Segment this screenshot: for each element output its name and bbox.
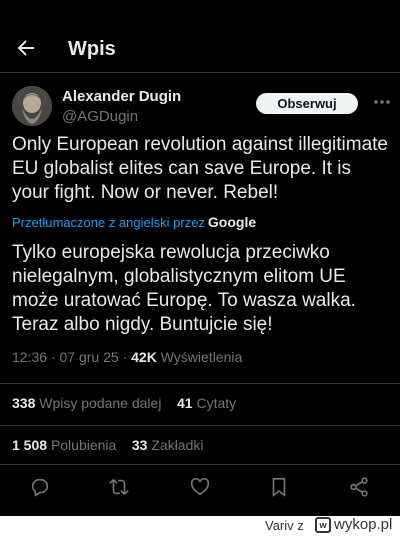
action-bar [0, 476, 400, 500]
bookmarks-label: Zakładki [151, 437, 204, 453]
tweet-text: Only European revolution against illegit… [12, 134, 388, 203]
page-title: Wpis [68, 38, 116, 60]
views-count: 42K [131, 349, 157, 365]
bookmark-icon[interactable] [268, 476, 290, 498]
translation-label: Przetłumaczone z angielski przez [12, 215, 205, 230]
top-bar: Wpis [0, 0, 400, 72]
follow-button[interactable]: Obserwuj [256, 93, 358, 114]
watermark-user: Variv z [265, 518, 304, 533]
avatar[interactable] [12, 86, 52, 126]
avatar-portrait-icon [12, 86, 52, 126]
retweets-stat[interactable]: 338 Wpisy podane dalej [12, 395, 161, 411]
views-label: Wyświetlenia [160, 349, 243, 365]
wykop-logo-icon: w [315, 516, 331, 533]
wykop-logo: w wykop.pl [315, 516, 392, 533]
tweet-time[interactable]: 12:36 [12, 349, 47, 365]
likes-label: Polubienia [50, 437, 117, 453]
meta-separator: · [122, 349, 132, 365]
actions-divider [0, 464, 400, 465]
reply-icon[interactable] [29, 476, 51, 498]
author-name[interactable]: Alexander Dugin [62, 88, 181, 105]
retweet-icon[interactable] [108, 476, 130, 498]
tweet-date[interactable]: 07 gru 25 [60, 349, 119, 365]
retweets-label: Wpisy podane dalej [39, 395, 162, 411]
retweets-count: 338 [12, 395, 36, 411]
quotes-label: Cytaty [196, 395, 237, 411]
translator-name: Google [207, 214, 257, 230]
quotes-stat[interactable]: 41 Cytaty [177, 395, 236, 411]
tweet-meta: 12:36 · 07 gru 25 · 42K Wyświetlenia [12, 349, 242, 365]
stats-divider-top [0, 383, 400, 384]
watermark-brand: wykop.pl [334, 516, 393, 533]
bookmarks-stat[interactable]: 33 Zakładki [132, 437, 204, 453]
share-icon[interactable] [348, 476, 370, 498]
likes-count: 1 508 [12, 437, 48, 453]
stats-divider-mid [0, 425, 400, 426]
header-divider [0, 72, 400, 73]
like-icon[interactable] [189, 476, 211, 498]
more-icon[interactable] [372, 92, 392, 112]
share-stats: 338 Wpisy podane dalej 41 Cytaty [12, 395, 236, 411]
translated-text: Tylko europejska rewolucja przeciwko nie… [12, 242, 356, 335]
likes-stat[interactable]: 1 508 Polubienia [12, 437, 116, 453]
translation-note[interactable]: Przetłumaczone z angielski przez Google [12, 214, 256, 230]
tweet-page: Wpis Alexander Dugin @AGDugin Obserwuj O… [0, 0, 400, 516]
back-arrow-icon[interactable] [14, 36, 38, 60]
engagement-stats: 1 508 Polubienia 33 Zakładki [12, 437, 204, 453]
author-handle[interactable]: @AGDugin [62, 108, 138, 125]
bookmarks-count: 33 [131, 437, 148, 453]
meta-separator: · [50, 349, 60, 365]
quotes-count: 41 [177, 395, 193, 411]
